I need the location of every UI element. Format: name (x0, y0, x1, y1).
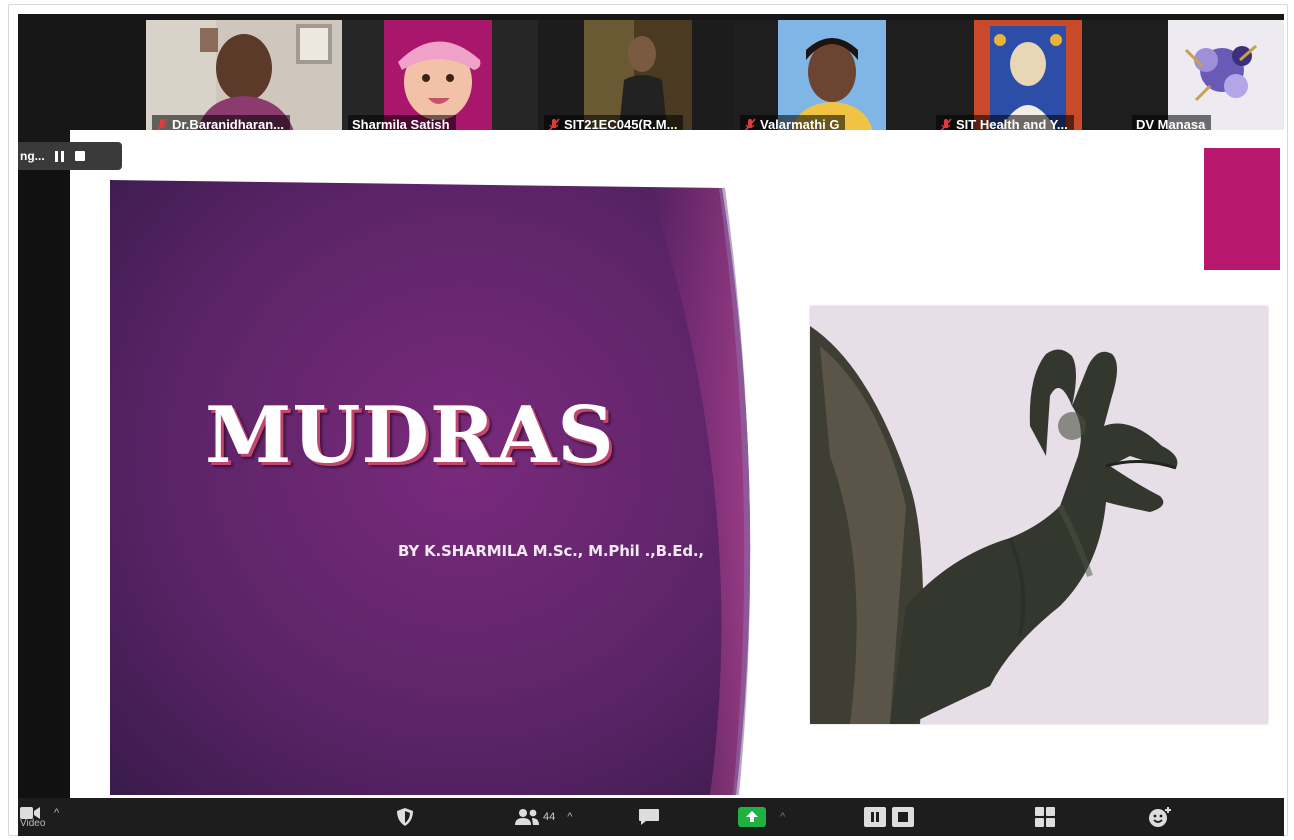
slide-title-panel (110, 180, 765, 795)
share-label: ng... (20, 149, 45, 163)
stop-share-icon[interactable] (892, 807, 914, 827)
apps-icon (1035, 807, 1055, 827)
slide-background (110, 180, 751, 795)
meeting-toolbar: ^ Video 44 ^ ^ (18, 798, 1284, 836)
chevron-up-icon[interactable]: ^ (567, 811, 572, 823)
participants-count: 44 (543, 811, 556, 823)
video-label: Video (20, 817, 46, 829)
chat-button[interactable] (638, 798, 660, 836)
share-screen-icon (738, 807, 766, 827)
apps-button[interactable] (1034, 798, 1056, 836)
mudra-hand-image (810, 306, 1268, 724)
security-button[interactable] (396, 798, 414, 836)
participant-tile[interactable]: Dr.Baranidharan... (146, 20, 342, 138)
participant-tile[interactable]: SIT Health and Y... (930, 20, 1126, 138)
bronze-hand-illustration (810, 306, 1268, 724)
participant-tile[interactable]: DV Manasa (1126, 20, 1284, 138)
share-screen-button[interactable]: ^ (738, 798, 785, 836)
pause-share-icon[interactable] (864, 807, 886, 827)
reactions-icon (1149, 807, 1171, 827)
zoom-meeting-window: Dr.Baranidharan... Sharmila Satish SIT21… (0, 0, 1294, 840)
participants-button[interactable]: 44 ^ (514, 798, 572, 836)
chevron-up-icon[interactable]: ^ (54, 807, 59, 819)
participant-tile-active[interactable]: Sharmila Satish (342, 20, 538, 138)
slide-title: MUDRAS (205, 390, 615, 481)
pause-share-icon[interactable] (54, 150, 65, 162)
participant-tile[interactable]: SIT21EC045(R.M... (538, 20, 734, 138)
video-button[interactable]: ^ Video (20, 798, 59, 836)
participant-tile[interactable]: Valarmathi G (734, 20, 930, 138)
participants-icon (515, 809, 539, 825)
screen-share-control[interactable]: ng... (18, 142, 122, 170)
slide-author: BY K.SHARMILA M.Sc., M.Phil .,B.Ed., (398, 542, 704, 560)
chat-icon (639, 809, 659, 825)
share-controls (864, 798, 914, 836)
security-shield-icon (397, 808, 413, 826)
chevron-up-icon[interactable]: ^ (780, 811, 785, 823)
slide-accent-block (1204, 148, 1280, 270)
stop-share-icon[interactable] (74, 151, 85, 161)
reactions-button[interactable] (1148, 798, 1172, 836)
participant-strip: Dr.Baranidharan... Sharmila Satish SIT21… (18, 14, 1284, 146)
